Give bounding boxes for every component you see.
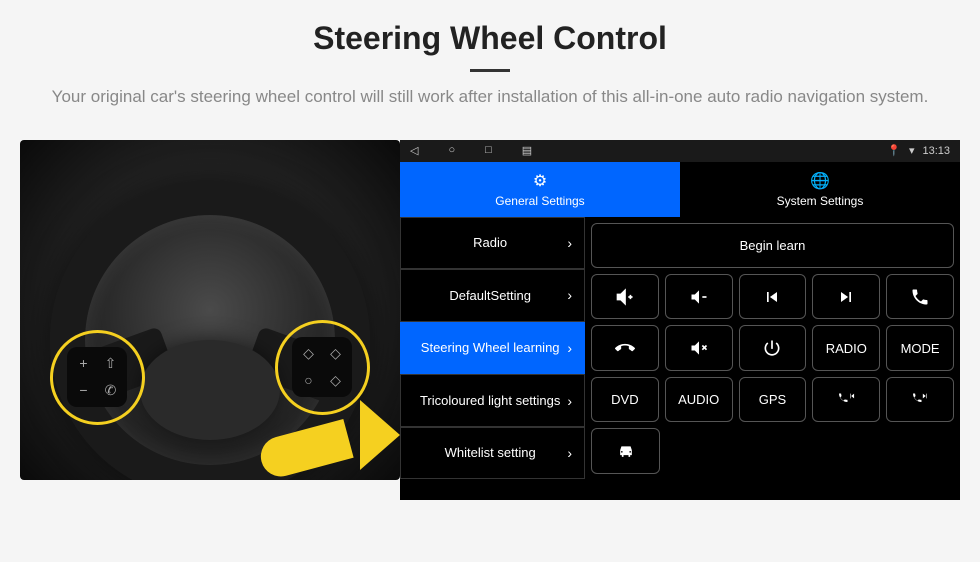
page-subtitle: Your original car's steering wheel contr… <box>40 84 940 110</box>
sidebar-item-label: Tricoloured light settings <box>413 393 567 409</box>
button-label: DVD <box>611 392 638 407</box>
sidebar-item-label: Steering Wheel learning <box>413 340 567 356</box>
phone-hangup-icon <box>615 338 635 358</box>
sidebar-item-steering-wheel-learning[interactable]: Steering Wheel learning › <box>400 322 585 375</box>
empty-slot <box>813 428 880 473</box>
empty-slot <box>666 428 733 473</box>
back-icon[interactable]: ◁ <box>410 144 418 157</box>
sidebar-item-label: Radio <box>413 235 567 251</box>
wifi-icon: ▾ <box>909 144 915 157</box>
sidebar-item-tricoloured-light[interactable]: Tricoloured light settings › <box>400 374 585 427</box>
chevron-right-icon: › <box>567 287 572 303</box>
settings-sidebar: Radio › DefaultSetting › Steering Wheel … <box>400 217 585 480</box>
chevron-right-icon: › <box>567 445 572 461</box>
location-icon: 📍 <box>887 144 901 157</box>
page-title: Steering Wheel Control <box>40 20 940 57</box>
button-label: MODE <box>901 341 940 356</box>
recent-icon[interactable]: □ <box>485 144 492 157</box>
title-divider <box>470 69 510 72</box>
prev-track-button[interactable] <box>739 274 807 319</box>
radio-button[interactable]: RADIO <box>812 325 880 370</box>
button-label: AUDIO <box>678 392 719 407</box>
gear-icon: ⚙ <box>533 171 547 191</box>
volume-up-button[interactable] <box>591 274 659 319</box>
call-answer-button[interactable] <box>886 274 954 319</box>
mute-icon <box>689 338 709 358</box>
prev-track-icon <box>762 287 782 307</box>
steering-wheel-photo: + ⇧ − ✆ ◇ ◇ ○ ◇ <box>20 140 400 480</box>
sidebar-item-whitelist[interactable]: Whitelist setting › <box>400 427 585 480</box>
call-hangup-button[interactable] <box>591 325 659 370</box>
globe-icon: 🌐 <box>810 171 830 191</box>
clock: 13:13 <box>922 145 950 157</box>
home-icon[interactable]: ○ <box>448 144 455 157</box>
tab-system-settings[interactable]: 🌐 System Settings <box>680 162 960 217</box>
next-track-icon <box>836 287 856 307</box>
sidebar-item-label: DefaultSetting <box>413 288 567 304</box>
learning-grid: Begin learn <box>585 217 960 480</box>
content-area: + ⇧ − ✆ ◇ ◇ ○ ◇ ◁ ○ □ ▤ 📍 <box>0 120 980 500</box>
car-button[interactable] <box>591 428 660 473</box>
sidebar-item-default-setting[interactable]: DefaultSetting › <box>400 269 585 322</box>
tab-label: System Settings <box>777 194 864 208</box>
audio-button[interactable]: AUDIO <box>665 377 733 422</box>
next-track-button[interactable] <box>812 274 880 319</box>
button-label: GPS <box>759 392 786 407</box>
phone-next-icon <box>910 389 930 409</box>
call-prev-button[interactable] <box>812 377 880 422</box>
power-button[interactable] <box>739 325 807 370</box>
android-statusbar: ◁ ○ □ ▤ 📍 ▾ 13:13 <box>400 140 960 162</box>
chevron-right-icon: › <box>567 393 572 409</box>
call-next-button[interactable] <box>886 377 954 422</box>
tab-label: General Settings <box>495 194 584 208</box>
sidebar-item-label: Whitelist setting <box>413 445 567 461</box>
car-icon <box>616 441 636 461</box>
gps-button[interactable]: GPS <box>739 377 807 422</box>
header: Steering Wheel Control Your original car… <box>0 0 980 120</box>
highlight-circle <box>50 330 145 425</box>
power-icon <box>762 338 782 358</box>
mute-button[interactable] <box>665 325 733 370</box>
phone-icon <box>910 287 930 307</box>
settings-body: Radio › DefaultSetting › Steering Wheel … <box>400 217 960 480</box>
dvd-button[interactable]: DVD <box>591 377 659 422</box>
sidebar-item-radio[interactable]: Radio › <box>400 217 585 270</box>
arrow-indicator <box>260 400 400 480</box>
volume-down-icon <box>689 287 709 307</box>
chevron-right-icon: › <box>567 340 572 356</box>
empty-slot <box>887 428 954 473</box>
volume-up-icon <box>615 287 635 307</box>
button-label: Begin learn <box>740 238 806 253</box>
phone-prev-icon <box>836 389 856 409</box>
chevron-right-icon: › <box>567 235 572 251</box>
mode-button[interactable]: MODE <box>886 325 954 370</box>
wheel-hub <box>140 340 280 440</box>
notification-icon[interactable]: ▤ <box>522 144 532 157</box>
button-label: RADIO <box>826 341 867 356</box>
head-unit-screen: ◁ ○ □ ▤ 📍 ▾ 13:13 ⚙ General Settings 🌐 S… <box>400 140 960 500</box>
tab-general-settings[interactable]: ⚙ General Settings <box>400 162 680 217</box>
empty-slot <box>740 428 807 473</box>
settings-tabs: ⚙ General Settings 🌐 System Settings <box>400 162 960 217</box>
volume-down-button[interactable] <box>665 274 733 319</box>
begin-learn-button[interactable]: Begin learn <box>591 223 954 268</box>
